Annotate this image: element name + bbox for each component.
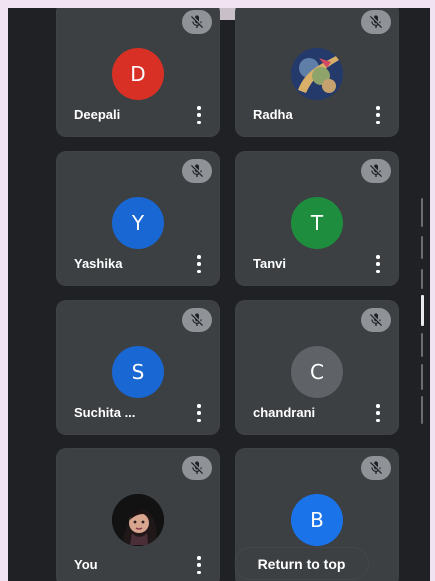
- scrollbar-segment: [421, 269, 423, 289]
- profile-photo-icon: [291, 48, 343, 100]
- avatar-initial: D: [130, 62, 146, 86]
- avatar: T: [291, 197, 343, 249]
- avatar-initial: Y: [131, 211, 145, 235]
- scrollbar[interactable]: [419, 198, 427, 426]
- return-to-top-button[interactable]: Return to top: [235, 548, 368, 579]
- mic-off-icon: [182, 308, 212, 332]
- avatar-initial: C: [310, 360, 324, 384]
- more-vert-icon[interactable]: [192, 106, 206, 124]
- avatar: S: [112, 346, 164, 398]
- mic-off-icon: [182, 159, 212, 183]
- more-vert-icon[interactable]: [192, 556, 206, 574]
- participant-tile-radha[interactable]: Radha: [235, 8, 399, 137]
- more-vert-icon[interactable]: [371, 106, 385, 124]
- scrollbar-segment: [421, 333, 423, 357]
- participant-tile-b[interactable]: B B Return to top: [235, 448, 399, 581]
- avatar-initial: T: [310, 211, 324, 235]
- mic-off-icon: [182, 456, 212, 480]
- more-vert-icon[interactable]: [192, 404, 206, 422]
- avatar-photo: [112, 494, 164, 546]
- more-vert-icon[interactable]: [371, 255, 385, 273]
- avatar-photo: [291, 48, 343, 100]
- participant-tile-chandrani[interactable]: C chandrani: [235, 300, 399, 435]
- meeting-grid-panel: D Deepali Radha Y Yashika T Tanvi S Such…: [8, 8, 430, 581]
- profile-photo-icon: [112, 494, 164, 546]
- participant-tile-suchita[interactable]: S Suchita ...: [56, 300, 220, 435]
- more-vert-icon[interactable]: [371, 404, 385, 422]
- more-vert-icon[interactable]: [192, 255, 206, 273]
- avatar: C: [291, 346, 343, 398]
- participant-name: You: [74, 557, 98, 572]
- participant-name: Deepali: [74, 107, 121, 122]
- mic-off-icon: [361, 456, 391, 480]
- participant-tile-deepali[interactable]: D Deepali: [56, 8, 220, 137]
- avatar: B: [291, 494, 343, 546]
- participant-tile-tanvi[interactable]: T Tanvi: [235, 151, 399, 286]
- scrollbar-segment: [421, 236, 423, 259]
- mic-off-icon: [182, 10, 212, 34]
- participant-name: Suchita ...: [74, 405, 136, 420]
- participant-name: Radha: [253, 107, 293, 122]
- scrollbar-segment: [421, 396, 423, 424]
- avatar: Y: [112, 197, 164, 249]
- scrollbar-segment: [421, 198, 423, 227]
- participant-tile-yashika[interactable]: Y Yashika: [56, 151, 220, 286]
- scrollbar-segment: [421, 364, 423, 390]
- participant-tile-you[interactable]: You: [56, 448, 220, 581]
- mic-off-icon: [361, 159, 391, 183]
- scrollbar-thumb[interactable]: [421, 295, 424, 326]
- mic-off-icon: [361, 308, 391, 332]
- avatar: D: [112, 48, 164, 100]
- return-to-top-label: Return to top: [257, 555, 346, 572]
- avatar-initial: S: [131, 360, 145, 384]
- participant-name: Yashika: [74, 256, 123, 271]
- participant-name: Tanvi: [253, 256, 286, 271]
- mic-off-icon: [361, 10, 391, 34]
- avatar-initial: B: [310, 508, 324, 532]
- participant-name: chandrani: [253, 405, 316, 420]
